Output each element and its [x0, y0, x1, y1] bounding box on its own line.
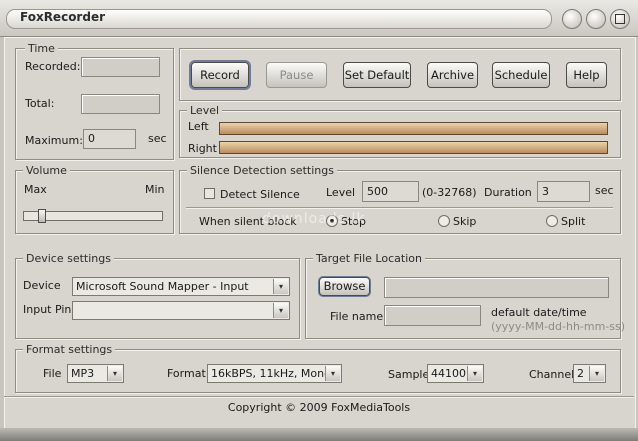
chevron-down-icon: ▾	[325, 366, 340, 381]
file-name-label: File name	[330, 310, 384, 323]
set-default-button[interactable]: Set Default	[343, 62, 411, 88]
copyright-text: Copyright © 2009 FoxMediaTools	[227, 401, 411, 414]
recorded-field	[81, 57, 160, 77]
channel-label: Channel	[529, 368, 575, 381]
volume-max-label: Max	[24, 183, 47, 196]
archive-button[interactable]: Archive	[427, 62, 478, 88]
maximum-unit: sec	[148, 132, 167, 145]
input-pin-label: Input Pin	[23, 303, 72, 316]
detect-silence-checkbox[interactable]	[204, 188, 215, 199]
device-group	[15, 258, 300, 339]
right-channel-label: Right	[188, 142, 217, 155]
sample-label: Sample	[388, 368, 430, 381]
duration-label: Duration	[484, 186, 532, 199]
channel-select[interactable]: 2 ▾	[573, 364, 606, 383]
silence-level-range: (0-32768)	[422, 186, 477, 199]
total-label: Total:	[25, 97, 55, 110]
format-select[interactable]: 16kBPS, 11kHz, Mono ▾	[207, 364, 342, 383]
right-level-meter	[219, 141, 608, 154]
recorded-label: Recorded:	[25, 60, 81, 73]
detect-silence-label: Detect Silence	[220, 188, 300, 201]
format-value: 16kBPS, 11kHz, Mono	[211, 367, 331, 380]
silence-group-label: Silence Detection settings	[187, 164, 337, 177]
format-group-label: Format settings	[23, 343, 116, 356]
close-button[interactable]	[610, 9, 630, 29]
maximum-input[interactable]: 0	[83, 129, 136, 149]
window-bottom-border	[0, 428, 638, 441]
sample-select[interactable]: 44100 ▾	[427, 364, 484, 383]
left-channel-label: Left	[188, 120, 209, 133]
duration-input[interactable]: 3	[537, 181, 590, 202]
device-group-label: Device settings	[23, 252, 114, 265]
window-icon	[615, 14, 625, 24]
split-radio[interactable]	[546, 215, 558, 227]
chevron-down-icon: ▾	[107, 366, 122, 381]
skip-radio-label: Skip	[453, 215, 477, 228]
watermark: downloads.lk	[262, 211, 366, 227]
window-title: FoxRecorder	[20, 10, 105, 24]
target-group-label: Target File Location	[313, 252, 425, 265]
duration-unit: sec	[595, 184, 614, 197]
volume-min-label: Min	[145, 183, 165, 196]
chevron-down-icon: ▾	[273, 279, 288, 294]
file-type-select[interactable]: MP3 ▾	[67, 364, 124, 383]
browse-button[interactable]: Browse	[319, 277, 370, 296]
target-path-input[interactable]	[384, 277, 609, 298]
sample-value: 44100	[431, 367, 466, 380]
chevron-down-icon: ▾	[467, 366, 482, 381]
chevron-down-icon: ▾	[273, 303, 288, 318]
footer-divider	[4, 396, 634, 398]
silence-level-label: Level	[326, 186, 356, 199]
default-datetime-label: default date/time	[491, 306, 587, 319]
volume-slider-thumb[interactable]	[37, 209, 46, 223]
channel-value: 2	[577, 367, 584, 380]
chevron-down-icon: ▾	[589, 366, 604, 381]
level-group-label: Level	[187, 104, 223, 117]
minimize-button[interactable]	[562, 9, 582, 29]
maximize-button[interactable]	[586, 9, 606, 29]
input-pin-select[interactable]: ▾	[72, 301, 290, 320]
left-level-meter	[219, 122, 608, 135]
format-label: Format	[167, 367, 206, 380]
split-radio-label: Split	[561, 215, 586, 228]
file-type-label: File	[43, 367, 62, 380]
silence-divider	[186, 207, 613, 209]
device-select[interactable]: Microsoft Sound Mapper - Input ▾	[72, 277, 290, 296]
maximum-label: Maximum:	[25, 134, 83, 147]
volume-group	[15, 170, 174, 234]
skip-radio[interactable]	[438, 215, 450, 227]
silence-level-input[interactable]: 500	[362, 181, 419, 202]
device-select-value: Microsoft Sound Mapper - Input	[76, 280, 249, 293]
file-name-input[interactable]	[384, 305, 481, 326]
device-label: Device	[23, 279, 61, 292]
record-button[interactable]: Record	[191, 62, 249, 88]
file-type-value: MP3	[71, 367, 95, 380]
volume-group-label: Volume	[23, 164, 70, 177]
datetime-format-hint: (yyyy-MM-dd-hh-mm-ss)	[491, 320, 626, 333]
time-group-label: Time	[25, 42, 58, 55]
schedule-button[interactable]: Schedule	[492, 62, 550, 88]
help-button[interactable]: Help	[566, 62, 607, 88]
pause-button[interactable]: Pause	[266, 62, 327, 88]
total-field	[81, 94, 160, 114]
